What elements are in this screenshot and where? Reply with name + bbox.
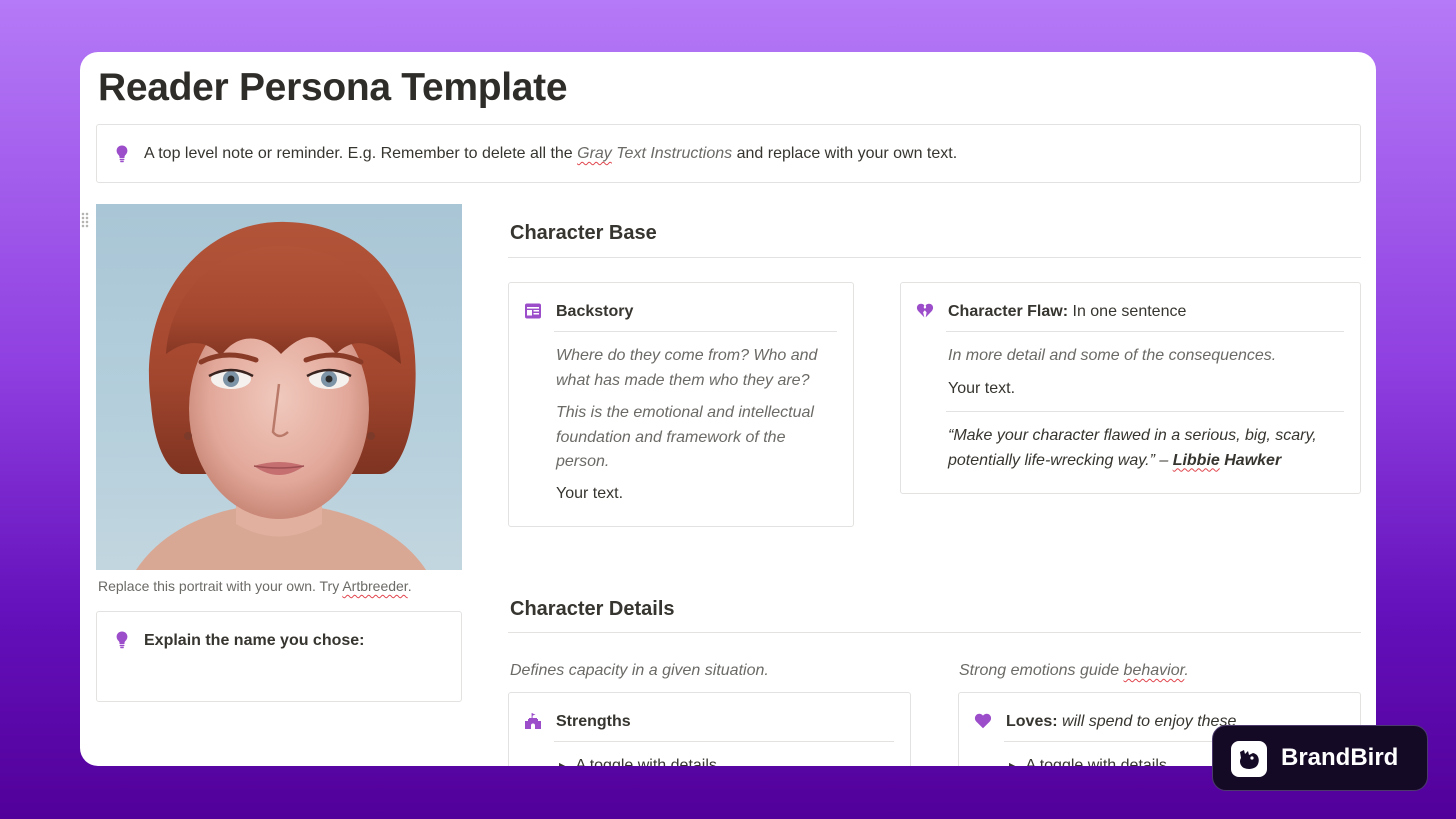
caption-prefix: Replace this portrait with your own. Try — [98, 578, 343, 594]
lightbulb-icon — [116, 145, 128, 163]
card-divider — [946, 411, 1344, 412]
character-details-heading: Character Details — [510, 598, 675, 620]
portrait-image[interactable] — [96, 204, 462, 570]
strengths-title: Strengths — [556, 713, 631, 731]
top-note-suffix: and replace with your own text. — [732, 145, 958, 162]
character-flaw-card[interactable]: Character Flaw: In one sentence In more … — [900, 282, 1361, 494]
page-title: Reader Persona Template — [98, 66, 568, 109]
card-divider — [554, 741, 894, 742]
lightbulb-icon — [116, 631, 128, 649]
quote-author-last: Hawker — [1219, 451, 1282, 469]
triangle-right-icon[interactable]: ▶ — [559, 761, 567, 766]
flaw-your-text[interactable]: Your text. — [948, 377, 1015, 402]
top-note-callout[interactable]: A top level note or reminder. E.g. Remem… — [96, 124, 1361, 183]
gray-rest: Text Instructions — [611, 145, 733, 162]
loves-rest: will spend to enjoy these — [1057, 713, 1237, 730]
notion-page: Reader Persona Template A top level note… — [80, 52, 1376, 766]
details-right-subtitle: Strong emotions guide behavior. — [959, 662, 1189, 680]
castle-icon — [525, 712, 541, 729]
top-note-prefix: A top level note or reminder. E.g. Remem… — [144, 145, 578, 162]
strengths-card[interactable]: Strengths ▶ A toggle with details — [508, 692, 911, 766]
flaw-label: Character Flaw: — [948, 303, 1069, 320]
backstory-title: Backstory — [556, 303, 633, 321]
broken-heart-icon — [916, 303, 934, 318]
heading-divider — [508, 257, 1361, 258]
brandbird-text: BrandBird — [1281, 744, 1399, 771]
gray-text-instructions: Gray Text Instructions — [577, 145, 732, 162]
backstory-your-text[interactable]: Your text. — [556, 482, 623, 507]
backstory-title-text: Backstory — [556, 303, 634, 320]
right-sub-word: behavior — [1123, 662, 1185, 679]
portrait-illustration — [136, 221, 426, 570]
calendar-icon — [525, 303, 541, 319]
card-divider — [554, 331, 837, 332]
right-sub-prefix: Strong emotions guide — [959, 662, 1124, 679]
loves-toggle[interactable]: ▶ A toggle with details — [1009, 757, 1167, 766]
portrait-caption: Replace this portrait with your own. Try… — [98, 578, 412, 594]
brandbird-badge: BrandBird — [1212, 725, 1428, 791]
triangle-right-icon[interactable]: ▶ — [1009, 761, 1017, 766]
flaw-rest: In one sentence — [1068, 303, 1187, 320]
loves-label: Loves: — [1006, 713, 1058, 730]
toggle-label: A toggle with details — [1025, 757, 1167, 766]
artbreeder-link[interactable]: Artbreeder — [342, 578, 407, 594]
strengths-toggle[interactable]: ▶ A toggle with details — [559, 757, 717, 766]
drag-handle-icon[interactable] — [81, 212, 89, 228]
details-left-subtitle: Defines capacity in a given situation. — [510, 662, 769, 679]
card-divider — [946, 331, 1344, 332]
character-base-heading: Character Base — [510, 222, 657, 244]
gray-word: Gray — [577, 145, 612, 162]
flaw-detail: In more detail and some of the consequen… — [948, 347, 1277, 364]
flaw-title: Character Flaw: In one sentence — [948, 303, 1186, 321]
strengths-title-text: Strengths — [556, 713, 631, 730]
caption-suffix: . — [407, 578, 412, 594]
quote-author-first: Libbie — [1172, 451, 1220, 469]
purple-heart-icon — [974, 713, 992, 729]
right-sub-suffix: . — [1184, 662, 1189, 679]
brandbird-logo — [1231, 741, 1267, 777]
top-note-text[interactable]: A top level note or reminder. E.g. Remem… — [144, 145, 957, 163]
name-callout-text[interactable]: Explain the name you chose: — [144, 632, 365, 650]
bird-icon — [1240, 750, 1259, 769]
heading-divider — [508, 632, 1361, 633]
name-callout[interactable]: Explain the name you chose: — [96, 611, 462, 702]
backstory-question-1: Where do they come from? Who and what ha… — [556, 347, 818, 389]
toggle-label: A toggle with details — [575, 757, 717, 766]
backstory-card[interactable]: Backstory Where do they come from? Who a… — [508, 282, 854, 527]
loves-title: Loves: will spend to enjoy these — [1006, 713, 1236, 731]
flaw-quote: “Make your character flawed in a serious… — [948, 424, 1348, 473]
backstory-question-2: This is the emotional and intellectual f… — [556, 404, 814, 470]
